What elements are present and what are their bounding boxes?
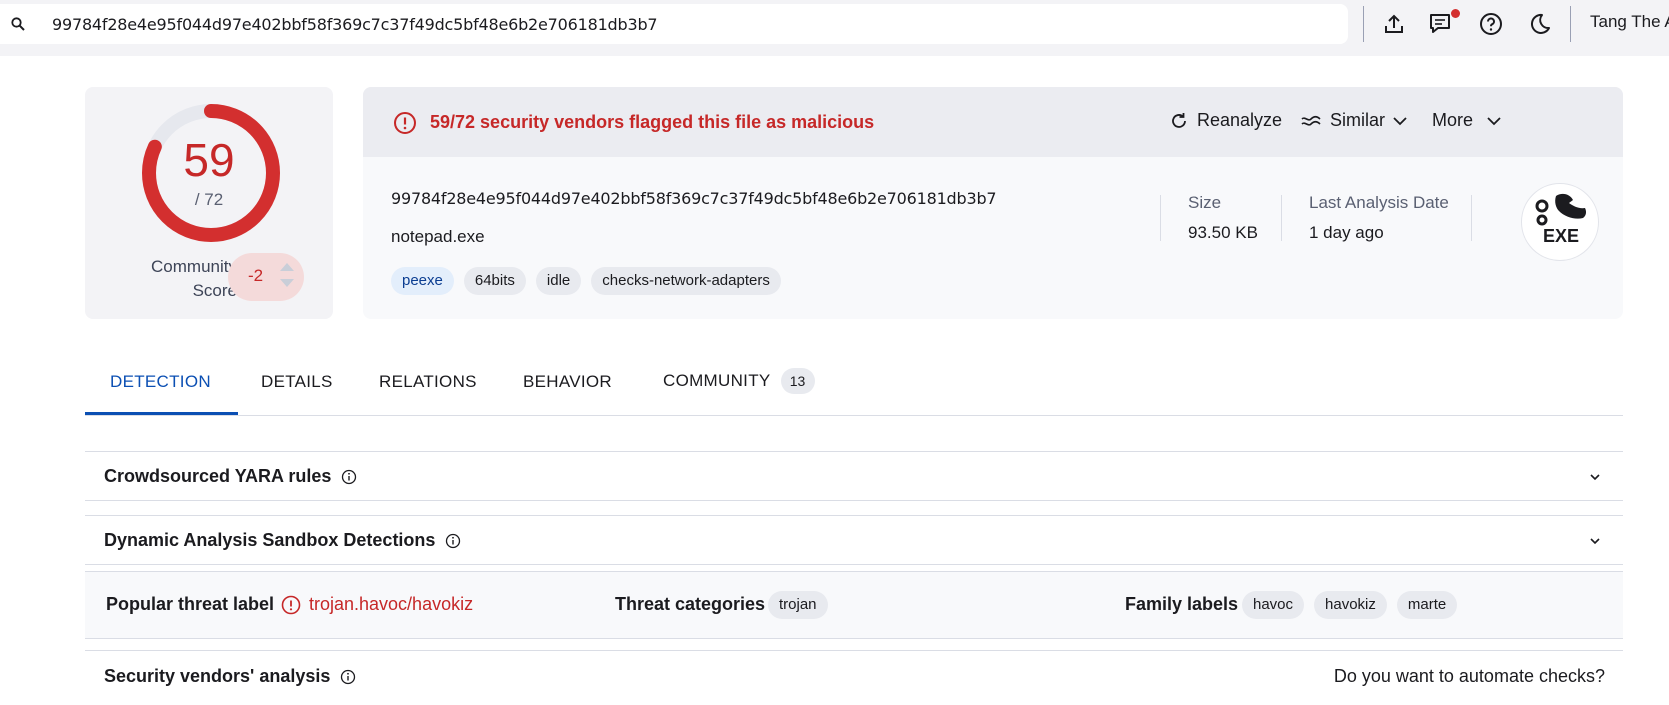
divider xyxy=(1363,6,1364,42)
family-tag[interactable]: havoc xyxy=(1242,591,1305,619)
similar-button[interactable]: Similar xyxy=(1300,110,1407,131)
upload-icon[interactable] xyxy=(1381,11,1407,37)
tab-community[interactable]: COMMUNITY 13 xyxy=(663,368,815,394)
threat-category-tag[interactable]: trojan xyxy=(768,591,828,619)
file-tag[interactable]: idle xyxy=(535,267,582,295)
file-tag[interactable]: peexe xyxy=(391,267,454,295)
divider xyxy=(1471,195,1472,241)
popular-threat-value[interactable]: trojan.havoc/havokiz xyxy=(309,594,473,615)
help-icon[interactable] xyxy=(1478,11,1504,37)
chat-icon[interactable] xyxy=(1428,11,1454,37)
file-hash[interactable]: 99784f28e4e95f044d97e402bbf58f369c7c37f4… xyxy=(391,189,997,208)
divider xyxy=(1281,195,1282,241)
divider xyxy=(1570,6,1571,42)
community-count-badge: 13 xyxy=(780,368,815,394)
user-name[interactable]: Tang The A xyxy=(1590,12,1669,32)
more-label: More xyxy=(1432,110,1474,130)
vote-up-icon[interactable] xyxy=(280,263,294,271)
chevron-down-icon[interactable] xyxy=(1589,471,1601,483)
alert-icon xyxy=(281,595,301,615)
similar-label: Similar xyxy=(1330,110,1386,130)
info-icon[interactable] xyxy=(445,533,461,549)
tab-relations[interactable]: RELATIONS xyxy=(379,372,477,392)
top-bar: 99784f28e4e95f044d97e402bbf58f369c7c37f4… xyxy=(0,0,1669,56)
tab-community-label: COMMUNITY xyxy=(663,371,771,390)
exe-gears-icon: EXE xyxy=(1535,193,1587,246)
more-button[interactable]: More xyxy=(1432,110,1501,131)
tab-details[interactable]: DETAILS xyxy=(261,372,333,392)
chevron-down-icon xyxy=(1487,116,1501,125)
file-name: notepad.exe xyxy=(391,227,485,246)
search-bar[interactable]: 99784f28e4e95f044d97e402bbf58f369c7c37f4… xyxy=(0,4,1348,44)
search-input[interactable]: 99784f28e4e95f044d97e402bbf58f369c7c37f4… xyxy=(52,15,658,34)
alert-text: 59/72 security vendors flagged this file… xyxy=(430,112,875,132)
family-tag[interactable]: marte xyxy=(1396,591,1458,619)
threat-categories-label: Threat categories xyxy=(615,594,766,614)
file-tag[interactable]: checks-network-adapters xyxy=(591,267,781,295)
reanalyze-label: Reanalyze xyxy=(1197,110,1283,130)
tab-detection[interactable]: DETECTION xyxy=(110,372,211,392)
file-type-badge: EXE xyxy=(1521,183,1599,261)
file-tags: peexe 64bits idle checks-network-adapter… xyxy=(391,267,781,295)
active-tab-indicator xyxy=(85,412,238,415)
community-score-value: -2 xyxy=(248,266,264,285)
alert-icon xyxy=(394,112,416,134)
divider xyxy=(1160,195,1161,241)
file-summary-card: 59/72 security vendors flagged this file… xyxy=(363,87,1623,319)
reanalyze-button[interactable]: Reanalyze xyxy=(1169,110,1282,131)
family-tag[interactable]: havokiz xyxy=(1314,591,1387,619)
community-score-label: Community Score xyxy=(151,257,237,300)
refresh-icon xyxy=(1172,112,1186,128)
threat-labels-bar: Popular threat label trojan.havoc/havoki… xyxy=(85,571,1623,639)
last-analysis-value: 1 day ago xyxy=(1309,223,1384,242)
detection-total: / 72 xyxy=(194,190,224,209)
security-vendors-title: Security vendors' analysis xyxy=(104,666,331,686)
chevron-down-icon[interactable] xyxy=(1589,535,1601,547)
detection-count: 59 xyxy=(183,134,235,186)
info-icon[interactable] xyxy=(341,469,357,485)
info-icon[interactable] xyxy=(340,669,356,685)
community-score-widget: -2 xyxy=(228,253,304,301)
size-label: Size xyxy=(1188,193,1222,212)
tab-bar: DETECTION DETAILS RELATIONS BEHAVIOR COM… xyxy=(85,360,1623,416)
tab-behavior[interactable]: BEHAVIOR xyxy=(523,372,612,392)
yara-rules-title: Crowdsourced YARA rules xyxy=(104,466,332,486)
notification-dot xyxy=(1451,9,1460,18)
chevron-down-icon xyxy=(1393,116,1407,125)
yara-rules-section[interactable]: Crowdsourced YARA rules xyxy=(85,451,1623,501)
file-tag[interactable]: 64bits xyxy=(463,267,526,295)
sandbox-detections-title: Dynamic Analysis Sandbox Detections xyxy=(104,530,436,550)
similar-icon xyxy=(1301,115,1321,126)
sandbox-detections-section[interactable]: Dynamic Analysis Sandbox Detections xyxy=(85,515,1623,565)
popular-threat-label: Popular threat label xyxy=(106,594,275,614)
detection-score-card: 59 / 72 Community Score -2 xyxy=(85,87,333,319)
family-labels-label: Family labels xyxy=(1125,594,1239,614)
size-value: 93.50 KB xyxy=(1188,223,1258,242)
search-icon[interactable] xyxy=(10,16,26,32)
malicious-alert-bar: 59/72 security vendors flagged this file… xyxy=(363,87,1623,157)
security-vendors-section: Security vendors' analysis Do you want t… xyxy=(85,650,1623,702)
exe-text: EXE xyxy=(1543,226,1579,246)
automate-checks-link[interactable]: Do you want to automate checks? xyxy=(1334,666,1605,687)
dark-mode-icon[interactable] xyxy=(1526,11,1552,37)
threat-categories: trojan xyxy=(768,591,828,619)
vote-down-icon[interactable] xyxy=(280,279,294,287)
last-analysis-label: Last Analysis Date xyxy=(1309,193,1449,212)
family-labels: havoc havokiz marte xyxy=(1242,591,1458,619)
